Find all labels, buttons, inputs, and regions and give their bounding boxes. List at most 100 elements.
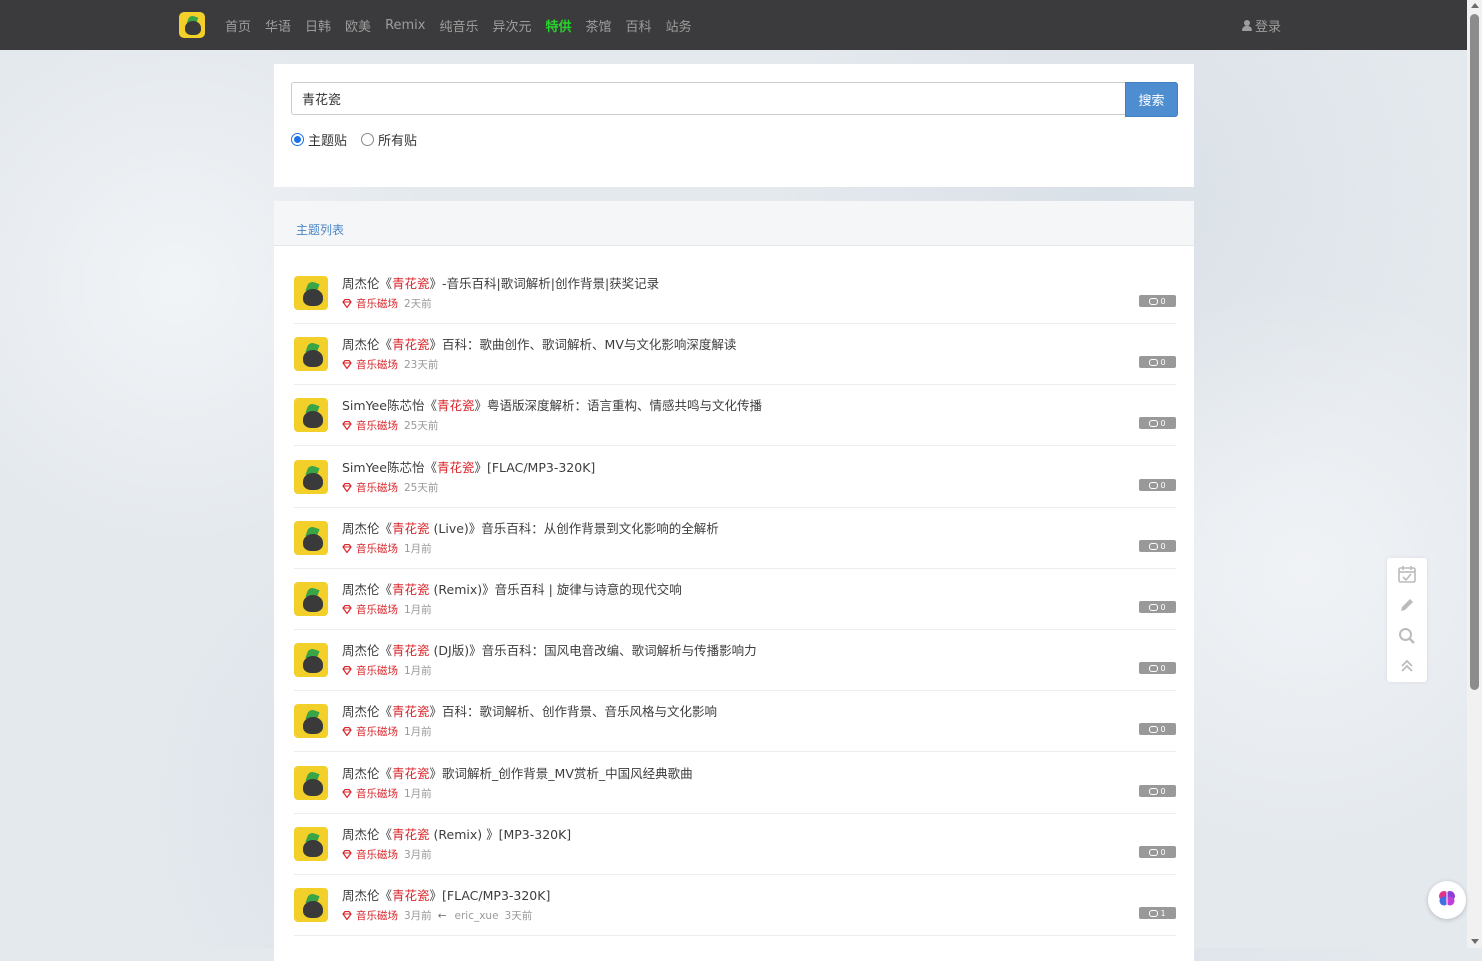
nav-item-8[interactable]: 茶馆 [586, 16, 612, 35]
gem-icon [342, 299, 352, 308]
reply-count: 0 [1160, 724, 1166, 734]
thread-category-link[interactable]: 音乐磁场 [356, 602, 398, 617]
thread-title-suffix: 》歌词解析_创作背景_MV赏析_中国风经典歌曲 [429, 766, 693, 781]
thread-title-link[interactable]: 周杰伦《青花瓷 (DJ版)》音乐百科：国风电音改编、歌词解析与传播影响力 [342, 640, 757, 659]
avatar[interactable] [294, 460, 328, 494]
avatar[interactable] [294, 704, 328, 738]
search-input[interactable] [291, 82, 1134, 115]
thread-row: SimYee陈芯怡《青花瓷》粤语版深度解析：语言重构、情感共鸣与文化传播音乐磁场… [294, 384, 1176, 446]
reply-count: 0 [1160, 418, 1166, 428]
reply-count-badge[interactable]: 0 [1139, 785, 1176, 797]
thread-time: 1月前 [404, 788, 432, 800]
nav-item-4[interactable]: Remix [385, 18, 425, 33]
pencil-icon[interactable] [1397, 595, 1417, 615]
avatar[interactable] [294, 521, 328, 555]
scroll-down-arrow-icon[interactable] [1471, 939, 1479, 944]
thread-meta: 音乐磁场 1月前 [342, 724, 432, 739]
thread-meta: 音乐磁场 25天前 [342, 418, 438, 433]
avatar[interactable] [294, 337, 328, 371]
thread-time: 1月前 [404, 604, 432, 616]
reply-count-badge[interactable]: 0 [1139, 601, 1176, 613]
thread-title-prefix: 周杰伦《 [342, 888, 393, 903]
thread-title-link[interactable]: 周杰伦《青花瓷 (Remix) 》[MP3-320K] [342, 824, 571, 843]
gem-icon [342, 789, 352, 798]
scroll-thumb[interactable] [1470, 14, 1479, 690]
brain-icon [1437, 888, 1457, 912]
reply-count-badge[interactable]: 0 [1139, 723, 1176, 735]
thread-title-link[interactable]: 周杰伦《青花瓷 (Live)》音乐百科：从创作背景到文化影响的全解析 [342, 518, 719, 537]
chevron-up-double-icon[interactable] [1397, 656, 1417, 676]
thread-time: 23天前 [404, 359, 439, 371]
reply-count-badge[interactable]: 0 [1139, 417, 1176, 429]
search-highlight: 青花瓷 [392, 337, 430, 352]
avatar[interactable] [294, 276, 328, 310]
thread-title-link[interactable]: SimYee陈芯怡《青花瓷》[FLAC/MP3-320K] [342, 457, 595, 476]
nav-item-10[interactable]: 站务 [666, 16, 692, 35]
nav-item-7[interactable]: 特供 [546, 16, 572, 35]
calendar-check-icon[interactable] [1397, 564, 1417, 584]
nav-item-2[interactable]: 日韩 [305, 16, 331, 35]
avatar[interactable] [294, 582, 328, 616]
thread-title-link[interactable]: 周杰伦《青花瓷》百科：歌曲创作、歌词解析、MV与文化影响深度解读 [342, 334, 736, 353]
thread-category-link[interactable]: 音乐磁场 [356, 296, 398, 311]
thread-category-link[interactable]: 音乐磁场 [356, 418, 398, 433]
radio-topics-label[interactable]: 主题贴 [308, 130, 347, 149]
radio-all-posts-label[interactable]: 所有贴 [378, 130, 417, 149]
comment-icon [1149, 664, 1159, 672]
thread-row: 周杰伦《青花瓷 (Remix)》音乐百科 | 旋律与诗意的现代交响音乐磁场 1月前… [294, 568, 1176, 630]
thread-category-link[interactable]: 音乐磁场 [356, 724, 398, 739]
thread-title-link[interactable]: 周杰伦《青花瓷》歌词解析_创作背景_MV赏析_中国风经典歌曲 [342, 763, 693, 782]
avatar[interactable] [294, 888, 328, 922]
nav-item-9[interactable]: 百科 [626, 16, 652, 35]
nav-item-1[interactable]: 华语 [265, 16, 291, 35]
reply-count-badge[interactable]: 0 [1139, 662, 1176, 674]
reply-count-badge[interactable]: 0 [1139, 540, 1176, 552]
reply-count-badge[interactable]: 0 [1139, 356, 1176, 368]
floating-assistant-button[interactable] [1428, 881, 1466, 919]
thread-title-link[interactable]: SimYee陈芯怡《青花瓷》粤语版深度解析：语言重构、情感共鸣与文化传播 [342, 395, 762, 414]
thread-category-link[interactable]: 音乐磁场 [356, 908, 398, 923]
page-scrollbar[interactable] [1467, 0, 1482, 948]
reply-count: 0 [1160, 786, 1166, 796]
nav-item-3[interactable]: 欧美 [345, 16, 371, 35]
search-icon[interactable] [1397, 626, 1417, 646]
thread-title-link[interactable]: 周杰伦《青花瓷 (Remix)》音乐百科 | 旋律与诗意的现代交响 [342, 579, 682, 598]
nav-item-0[interactable]: 首页 [225, 16, 251, 35]
reply-count: 0 [1160, 541, 1166, 551]
avatar[interactable] [294, 766, 328, 800]
nav-item-5[interactable]: 纯音乐 [439, 16, 478, 35]
thread-category-link[interactable]: 音乐磁场 [356, 357, 398, 372]
thread-title-suffix: 》[FLAC/MP3-320K] [474, 460, 596, 475]
comment-icon [1149, 603, 1159, 611]
login-label: 登录 [1255, 19, 1282, 35]
login-link[interactable]: 登录 [1242, 0, 1281, 50]
thread-category-link[interactable]: 音乐磁场 [356, 541, 398, 556]
reply-count-badge[interactable]: 0 [1139, 479, 1176, 491]
reply-count-badge[interactable]: 0 [1139, 846, 1176, 858]
reply-count-badge[interactable]: 1 [1139, 907, 1176, 919]
comment-icon [1149, 787, 1159, 795]
nav-item-6[interactable]: 异次元 [493, 16, 532, 35]
thread-title-link[interactable]: 周杰伦《青花瓷》-音乐百科|歌词解析|创作背景|获奖记录 [342, 273, 659, 292]
search-button[interactable]: 搜索 [1125, 82, 1178, 117]
thread-row: 周杰伦《青花瓷 (DJ版)》音乐百科：国风电音改编、歌词解析与传播影响力音乐磁场… [294, 629, 1176, 691]
thread-title-link[interactable]: 周杰伦《青花瓷》百科：歌词解析、创作背景、音乐风格与文化影响 [342, 701, 717, 720]
scroll-up-arrow-icon[interactable] [1471, 3, 1479, 8]
thread-meta: 音乐磁场 1月前 [342, 541, 432, 556]
site-logo[interactable] [179, 12, 205, 38]
thread-title-link[interactable]: 周杰伦《青花瓷》[FLAC/MP3-320K] [342, 885, 550, 904]
radio-topics[interactable] [291, 133, 304, 146]
avatar[interactable] [294, 398, 328, 432]
last-reply-user-link[interactable]: eric_xue [455, 910, 499, 922]
avatar[interactable] [294, 643, 328, 677]
search-highlight: 青花瓷 [392, 888, 430, 903]
thread-title-prefix: 周杰伦《 [342, 276, 393, 291]
thread-category-link[interactable]: 音乐磁场 [356, 480, 398, 495]
thread-category-link[interactable]: 音乐磁场 [356, 663, 398, 678]
reply-count-badge[interactable]: 0 [1139, 295, 1176, 307]
radio-all-posts[interactable] [361, 133, 375, 146]
avatar[interactable] [294, 827, 328, 861]
thread-category-link[interactable]: 音乐磁场 [356, 847, 398, 862]
thread-category-link[interactable]: 音乐磁场 [356, 786, 398, 801]
comment-icon [1149, 419, 1159, 427]
